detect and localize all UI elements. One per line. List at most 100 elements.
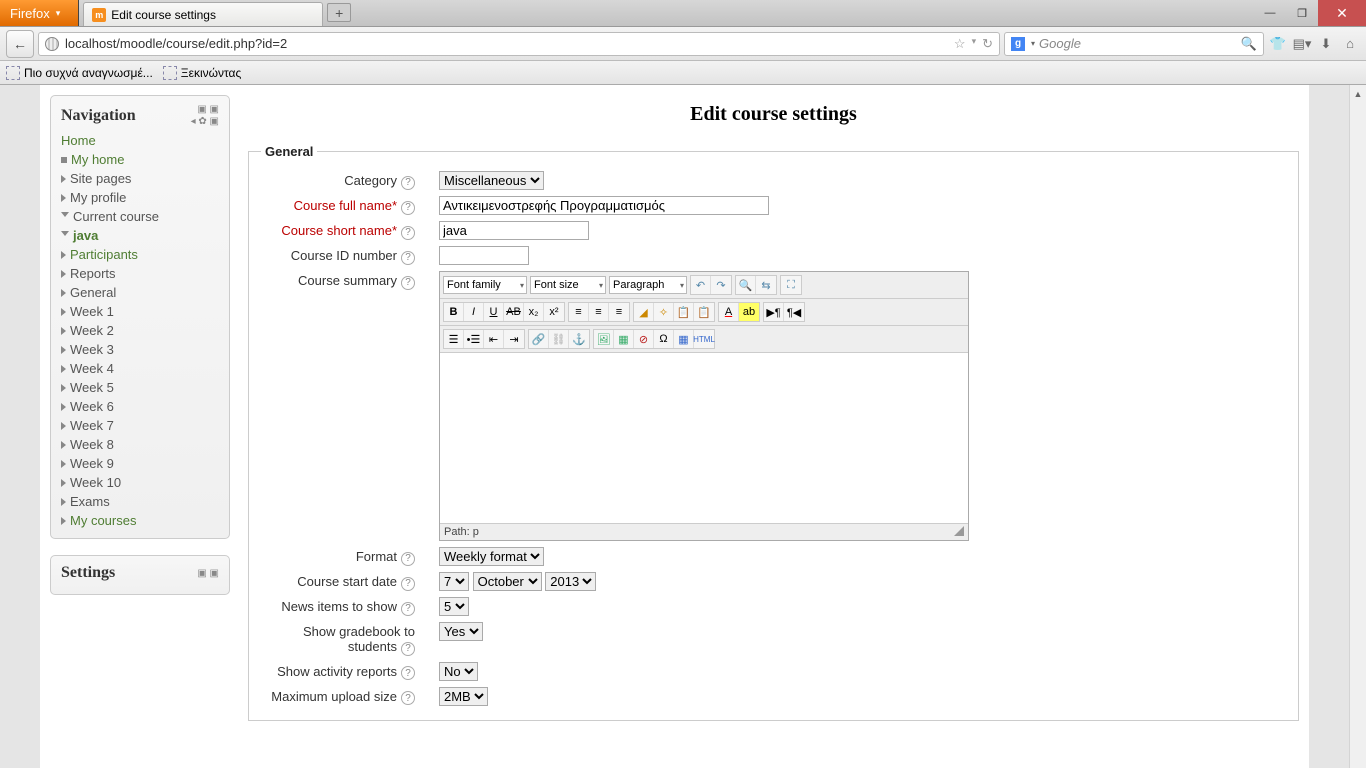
bookmark-item[interactable]: Ξεκινώντας — [163, 66, 241, 80]
sup-icon[interactable]: x² — [544, 303, 564, 321]
find-icon[interactable]: 🔍 — [736, 276, 756, 294]
new-tab-button[interactable]: + — [327, 3, 351, 22]
strike-icon[interactable]: AB — [504, 303, 524, 321]
fullscreen-icon[interactable]: ⛶ — [781, 276, 801, 294]
bold-icon[interactable]: B — [444, 303, 464, 321]
help-icon[interactable]: ? — [401, 577, 415, 591]
unlink-icon[interactable]: ⛓ — [549, 330, 569, 348]
shortname-input[interactable] — [439, 221, 589, 240]
tree-arrow-icon[interactable] — [61, 251, 66, 259]
align-right-icon[interactable]: ≡ — [609, 303, 629, 321]
dropdown-icon[interactable]: ▾ — [972, 36, 977, 52]
back-button[interactable]: ← — [6, 30, 34, 58]
replace-icon[interactable]: ⇆ — [756, 276, 776, 294]
nav-week[interactable]: Week 7 — [70, 418, 114, 433]
textcolor-icon[interactable]: A — [719, 303, 739, 321]
block-controls[interactable]: ▣ ▣ — [197, 568, 219, 579]
nav-exams[interactable]: Exams — [70, 494, 110, 509]
format-select[interactable]: Paragraph — [609, 276, 687, 294]
help-icon[interactable]: ? — [401, 691, 415, 705]
maxupload-select[interactable]: 2MB — [439, 687, 488, 706]
nav-general[interactable]: General — [70, 285, 116, 300]
tree-arrow-icon[interactable] — [61, 308, 66, 316]
nav-week[interactable]: Week 10 — [70, 475, 121, 490]
gradebook-select[interactable]: Yes — [439, 622, 483, 641]
tree-arrow-icon[interactable] — [61, 403, 66, 411]
undo-icon[interactable]: ↶ — [691, 276, 711, 294]
activity-select[interactable]: No — [439, 662, 478, 681]
nav-mycourses[interactable]: My courses — [70, 513, 136, 528]
nav-myprofile[interactable]: My profile — [70, 190, 126, 205]
align-center-icon[interactable]: ≡ — [589, 303, 609, 321]
align-left-icon[interactable]: ≡ — [569, 303, 589, 321]
tree-arrow-icon[interactable] — [61, 422, 66, 430]
indent-icon[interactable]: ⇥ — [504, 330, 524, 348]
link-icon[interactable]: 🔗 — [529, 330, 549, 348]
block-controls[interactable]: ▣ ▣◂ ✿ ▣ — [191, 104, 219, 127]
tree-arrow-icon[interactable] — [61, 289, 66, 297]
rtl-icon[interactable]: ¶◀ — [784, 303, 804, 321]
bookmark-item[interactable]: Πιο συχνά αναγνωσμέ... — [6, 66, 153, 80]
help-icon[interactable]: ? — [401, 226, 415, 240]
underline-icon[interactable]: U — [484, 303, 504, 321]
tree-arrow-icon[interactable] — [61, 384, 66, 392]
html-icon[interactable]: HTML — [694, 330, 714, 348]
category-select[interactable]: Miscellaneous — [439, 171, 544, 190]
media-icon[interactable]: ▦ — [614, 330, 634, 348]
minimize-button[interactable]: — — [1254, 0, 1286, 26]
bookmark-menu-icon[interactable]: ▤▾ — [1292, 34, 1312, 54]
star-icon[interactable]: ☆ — [954, 36, 966, 52]
scroll-up-icon[interactable]: ▲ — [1350, 85, 1366, 102]
tree-arrow-icon[interactable] — [61, 270, 66, 278]
ol-icon[interactable]: ☰ — [444, 330, 464, 348]
anchor-icon[interactable]: ⚓ — [569, 330, 589, 348]
page-scroll[interactable]: Navigation ▣ ▣◂ ✿ ▣ Home My home Site pa… — [0, 85, 1349, 768]
nolink-icon[interactable]: ⊘ — [634, 330, 654, 348]
download-icon[interactable]: ⬇ — [1316, 34, 1336, 54]
paste-text-icon[interactable]: 📋 — [674, 303, 694, 321]
tree-arrow-icon[interactable] — [61, 175, 66, 183]
close-button[interactable]: ✕ — [1318, 0, 1366, 26]
reload-icon[interactable]: ↻ — [982, 36, 993, 52]
nav-week[interactable]: Week 8 — [70, 437, 114, 452]
tree-arrow-icon[interactable] — [61, 460, 66, 468]
vertical-scrollbar[interactable]: ▲ — [1349, 85, 1366, 768]
news-select[interactable]: 5 — [439, 597, 469, 616]
url-box[interactable]: localhost/moodle/course/edit.php?id=2 ☆ … — [38, 32, 1000, 56]
nav-home[interactable]: Home — [61, 133, 96, 148]
tree-arrow-icon[interactable] — [61, 346, 66, 354]
nav-week[interactable]: Week 5 — [70, 380, 114, 395]
nav-course-java[interactable]: java — [73, 228, 98, 243]
tree-arrow-icon[interactable] — [61, 517, 66, 525]
nav-week[interactable]: Week 2 — [70, 323, 114, 338]
browser-tab[interactable]: m Edit course settings — [83, 2, 323, 26]
tree-arrow-icon[interactable] — [61, 498, 66, 506]
start-day-select[interactable]: 7 — [439, 572, 469, 591]
ltr-icon[interactable]: ▶¶ — [764, 303, 784, 321]
start-month-select[interactable]: October — [473, 572, 542, 591]
paste-word-icon[interactable]: 📋 — [694, 303, 714, 321]
help-icon[interactable]: ? — [401, 552, 415, 566]
tree-arrow-open-icon[interactable] — [61, 212, 69, 221]
search-icon[interactable]: 🔍 — [1241, 36, 1257, 52]
nav-week[interactable]: Week 4 — [70, 361, 114, 376]
nav-myhome[interactable]: My home — [71, 152, 124, 167]
table-icon[interactable]: ▦ — [674, 330, 694, 348]
tree-arrow-icon[interactable] — [61, 479, 66, 487]
editor-textarea[interactable] — [440, 353, 968, 523]
redo-icon[interactable]: ↷ — [711, 276, 731, 294]
help-icon[interactable]: ? — [401, 251, 415, 265]
image-icon[interactable]: 🖼 — [594, 330, 614, 348]
nav-week[interactable]: Week 9 — [70, 456, 114, 471]
nav-week[interactable]: Week 1 — [70, 304, 114, 319]
nav-sitepages[interactable]: Site pages — [70, 171, 131, 186]
tree-arrow-icon[interactable] — [61, 441, 66, 449]
bgcolor-icon[interactable]: ab — [739, 303, 759, 321]
help-icon[interactable]: ? — [401, 176, 415, 190]
maximize-button[interactable]: ❐ — [1286, 0, 1318, 26]
idnumber-input[interactable] — [439, 246, 529, 265]
help-icon[interactable]: ? — [401, 276, 415, 290]
remove-format-icon[interactable]: ✧ — [654, 303, 674, 321]
start-year-select[interactable]: 2013 — [545, 572, 596, 591]
font-family-select[interactable]: Font family — [443, 276, 527, 294]
